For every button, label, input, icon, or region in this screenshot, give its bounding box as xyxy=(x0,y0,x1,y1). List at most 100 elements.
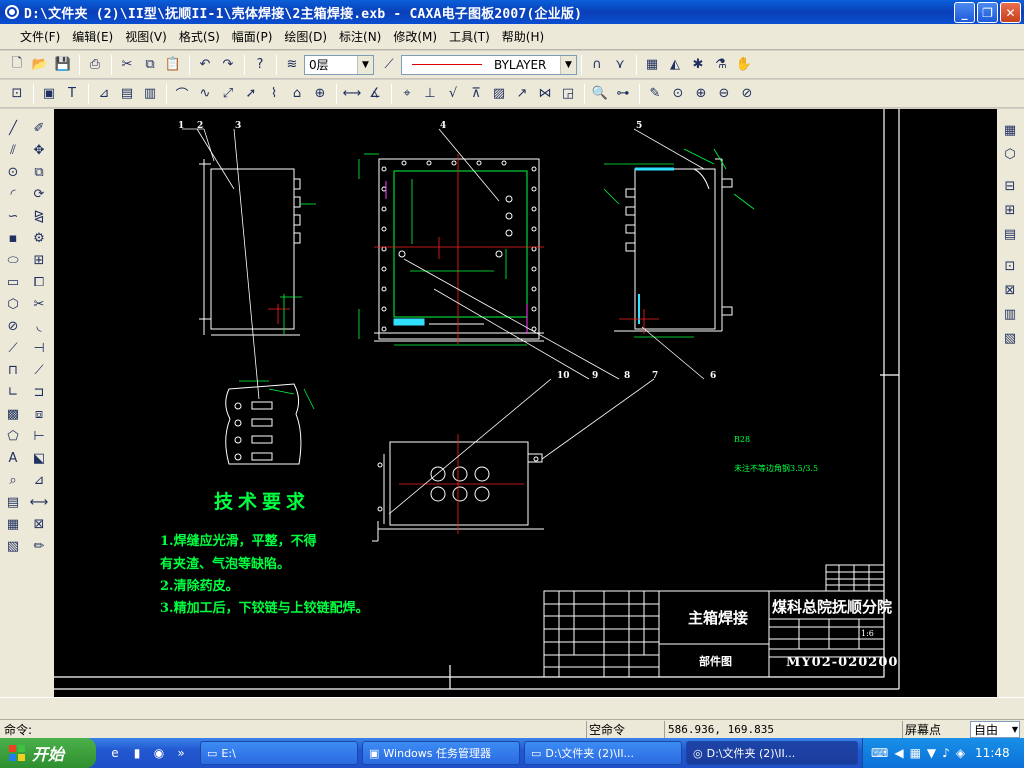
paste-icon[interactable]: 📋 xyxy=(162,54,184,76)
move-tool-icon[interactable]: ✥ xyxy=(28,139,50,161)
dimension-icon[interactable]: ⊿ xyxy=(93,83,115,105)
layer-select[interactable]: 0层 ▼ xyxy=(304,54,374,75)
equidistant-tool-icon[interactable]: ⟋ xyxy=(2,337,24,359)
center-mark-icon[interactable]: ⊕ xyxy=(309,83,331,105)
cut-icon[interactable]: ✂ xyxy=(116,54,138,76)
snap-icon[interactable]: ∩ xyxy=(586,54,608,76)
media-icon[interactable]: ▮ xyxy=(128,744,146,762)
wave-icon[interactable]: ∿ xyxy=(194,83,216,105)
help-icon[interactable]: ? xyxy=(249,54,271,76)
menu-draw[interactable]: 绘图(D) xyxy=(278,26,333,47)
linetype-icon[interactable]: ⟋ xyxy=(378,54,400,76)
polygon-tool-icon[interactable]: ⬡ xyxy=(2,293,24,315)
menu-view[interactable]: 视图(V) xyxy=(119,26,173,47)
chevron-right-icon[interactable]: » xyxy=(172,744,190,762)
pan-hand-icon[interactable]: ✋ xyxy=(733,54,755,76)
menu-file[interactable]: 文件(F) xyxy=(14,26,66,47)
align-tool-icon[interactable]: ⧈ xyxy=(28,403,50,425)
table-tool-icon[interactable]: ▤ xyxy=(2,491,24,513)
sheet-tool-icon[interactable]: ▦ xyxy=(2,513,24,535)
parallel-line-icon[interactable]: ⫽ xyxy=(2,139,24,161)
table-icon[interactable]: ▤ xyxy=(116,83,138,105)
datum-icon[interactable]: ⊥ xyxy=(419,83,441,105)
detail-view-icon[interactable]: ◲ xyxy=(557,83,579,105)
query-icon[interactable]: 🔍 xyxy=(589,83,611,105)
new-file-icon[interactable]: 🗋 xyxy=(6,54,28,76)
spline-icon[interactable]: ⌒ xyxy=(171,83,193,105)
weld-icon[interactable]: ⊼ xyxy=(465,83,487,105)
symbol-tool-icon[interactable]: ⌕ xyxy=(2,469,24,491)
print-icon[interactable]: ⎙ xyxy=(84,54,106,76)
snap-mode-select[interactable]: 自由 ▼ xyxy=(970,721,1020,738)
menu-modify[interactable]: 修改(M) xyxy=(387,26,443,47)
copy-tool-icon[interactable]: ⧉ xyxy=(28,161,50,183)
minimize-button[interactable]: _ xyxy=(954,2,975,23)
back-arrow-icon[interactable]: ◀ xyxy=(894,746,903,760)
point-tool-icon[interactable]: ▪ xyxy=(2,227,24,249)
menu-edit[interactable]: 编辑(E) xyxy=(66,26,119,47)
ellipse-tool-icon[interactable]: ⬭ xyxy=(2,249,24,271)
hatch-tool-icon[interactable]: ▩ xyxy=(2,403,24,425)
keyboard-icon[interactable]: ⌨ xyxy=(871,746,888,760)
break-tool-icon[interactable]: ⟋ xyxy=(28,359,50,381)
angle-dim-icon[interactable]: ∡ xyxy=(364,83,386,105)
shortcut-icon[interactable]: ◉ xyxy=(150,744,168,762)
assembly-icon[interactable]: ⊞ xyxy=(999,199,1021,221)
tolerance-icon[interactable]: ⌖ xyxy=(396,83,418,105)
axis-icon[interactable]: ⤢ xyxy=(217,83,239,105)
start-button[interactable]: 开始 xyxy=(0,738,96,768)
centerline-tool-icon[interactable]: ⊘ xyxy=(2,315,24,337)
fill-tool-icon[interactable]: ⬠ xyxy=(2,425,24,447)
dim-edit-tool-icon[interactable]: ⟷ xyxy=(28,491,50,513)
ie-icon[interactable]: e xyxy=(106,744,124,762)
arrow-icon[interactable]: ➚ xyxy=(240,83,262,105)
restore-button[interactable]: ❐ xyxy=(977,2,998,23)
fillet-tool-icon[interactable]: ◟ xyxy=(28,315,50,337)
menu-sheet[interactable]: 幅面(P) xyxy=(226,26,279,47)
close-button[interactable]: ✕ xyxy=(1000,2,1021,23)
task-caxa[interactable]: ◎ D:\文件夹 (2)\II... xyxy=(686,741,858,765)
polyline-icon[interactable]: ⌇ xyxy=(263,83,285,105)
task-explorer[interactable]: ▭ E:\ xyxy=(200,741,358,765)
save-icon[interactable]: 💾 xyxy=(52,54,74,76)
rotate-tool-icon[interactable]: ⟳ xyxy=(28,183,50,205)
zoom-in-icon[interactable]: ⊕ xyxy=(690,83,712,105)
zoom-out-icon[interactable]: ⊖ xyxy=(713,83,735,105)
linetype-select[interactable]: BYLAYER ▼ xyxy=(401,54,577,75)
task-folder[interactable]: ▭ D:\文件夹 (2)\II... xyxy=(524,741,682,765)
antivirus-icon[interactable]: ▼ xyxy=(927,746,936,760)
library-icon[interactable]: ▦ xyxy=(999,119,1021,141)
line-tool-icon[interactable]: ╱ xyxy=(2,117,24,139)
roughness-icon[interactable]: √ xyxy=(442,83,464,105)
chevron-down-icon[interactable]: ▼ xyxy=(560,55,576,74)
text-tool-icon[interactable]: A xyxy=(2,447,24,469)
arc-tool-icon[interactable]: ◜ xyxy=(2,183,24,205)
break-icon[interactable]: ⋈ xyxy=(534,83,556,105)
spline-tool-icon[interactable]: ∽ xyxy=(2,205,24,227)
block-tool-icon[interactable]: ▧ xyxy=(2,535,24,557)
measure-icon[interactable]: ⊶ xyxy=(612,83,634,105)
menu-help[interactable]: 帮助(H) xyxy=(496,26,550,47)
layout-icon[interactable]: ▥ xyxy=(999,303,1021,325)
section-icon[interactable]: ⊠ xyxy=(999,279,1021,301)
view-icon[interactable]: ⊡ xyxy=(999,255,1021,277)
erase-tool-icon[interactable]: ✐ xyxy=(28,117,50,139)
text-frame-icon[interactable]: T xyxy=(61,83,83,105)
frame-icon[interactable]: ▣ xyxy=(38,83,60,105)
zoom-extents-icon[interactable]: ⊡ xyxy=(6,83,28,105)
part-icon[interactable]: ⊟ xyxy=(999,175,1021,197)
properties-icon[interactable]: ▦ xyxy=(641,54,663,76)
join-tool-icon[interactable]: ⊢ xyxy=(28,425,50,447)
pencil-icon[interactable]: ✎ xyxy=(644,83,666,105)
filter-icon[interactable]: ⚗ xyxy=(710,54,732,76)
corner-tool-icon[interactable]: ∟ xyxy=(2,381,24,403)
chevron-down-icon[interactable]: ▼ xyxy=(357,55,373,74)
mirror-tool-icon[interactable]: ⧎ xyxy=(28,205,50,227)
block-icon[interactable]: ▥ xyxy=(139,83,161,105)
dim-style-tool-icon[interactable]: ⊠ xyxy=(28,513,50,535)
properties-tool-icon[interactable]: ⬕ xyxy=(28,447,50,469)
network-icon[interactable]: ◈ xyxy=(956,746,965,760)
image-icon[interactable]: ▨ xyxy=(488,83,510,105)
stretch-tool-icon[interactable]: ⧠ xyxy=(28,271,50,293)
snap-point-icon[interactable]: ⋎ xyxy=(609,54,631,76)
